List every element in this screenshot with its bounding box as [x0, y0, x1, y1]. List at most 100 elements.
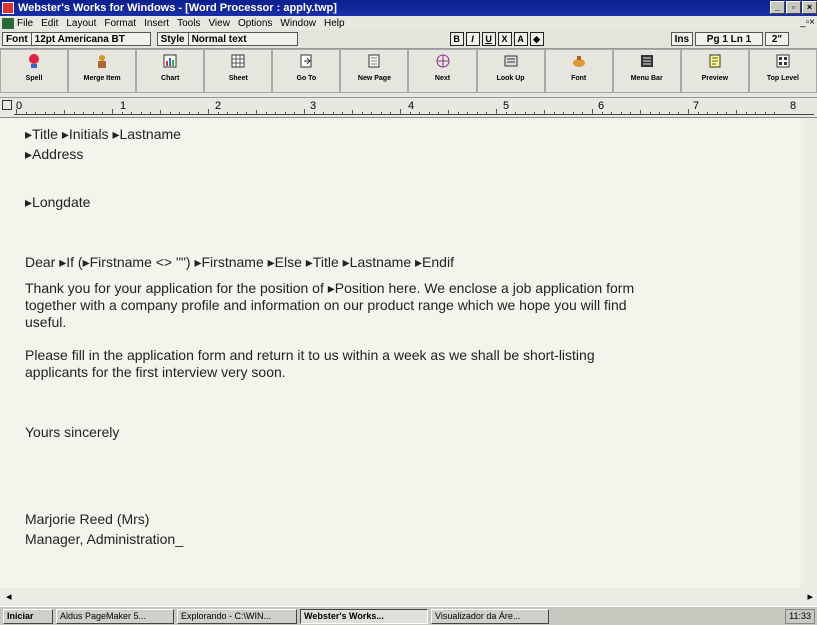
menu-edit[interactable]: Edit: [41, 18, 58, 29]
ruler-toggle-icon[interactable]: [2, 100, 12, 110]
ruler-tick: [736, 110, 737, 115]
system-clock: 11:33: [785, 609, 815, 624]
button-bar: Spell Merge Item Chart Sheet Go To New P…: [0, 48, 817, 98]
font-button[interactable]: Font: [544, 49, 613, 93]
attribute-button[interactable]: ◆: [529, 32, 544, 46]
italic-button[interactable]: I: [465, 32, 480, 46]
horizontal-scrollbar[interactable]: ◂ ▸: [0, 588, 817, 606]
chart-button[interactable]: Chart: [136, 49, 205, 93]
ruler-tick: [112, 109, 113, 115]
ruler-tick: [275, 112, 277, 115]
ruler-tick: [25, 112, 27, 115]
ruler-tick: [438, 112, 440, 115]
scroll-left-icon[interactable]: ◂: [6, 590, 12, 603]
minimize-button[interactable]: _: [770, 1, 785, 14]
taskbar-item-explorer[interactable]: Explorando - C:\WIN...: [177, 608, 297, 624]
ruler-mark: 3: [310, 100, 317, 112]
preview-button[interactable]: Preview: [680, 49, 749, 93]
ruler-tick: [745, 112, 747, 115]
start-button[interactable]: Iniciar: [3, 608, 53, 624]
ruler-tick: [774, 112, 776, 115]
ruler-tick: [265, 112, 267, 115]
title-bar: Webster's Works for Windows - [Word Proc…: [0, 0, 817, 16]
maximize-button[interactable]: ▫: [786, 1, 801, 14]
ruler-tick: [409, 112, 411, 115]
style-selector[interactable]: Normal text: [187, 32, 298, 46]
menu-layout[interactable]: Layout: [66, 18, 96, 29]
ruler[interactable]: 0 1 2 3 4 5 6 7 8: [0, 98, 817, 118]
document-window-buttons[interactable]: _▫×: [800, 17, 815, 28]
bold-button[interactable]: B: [449, 32, 464, 46]
ruler-tick: [534, 112, 536, 115]
taskbar-item-pagemaker[interactable]: Aldus PageMaker 5...: [56, 608, 174, 624]
menu-format[interactable]: Format: [104, 18, 136, 29]
ruler-tick: [188, 112, 190, 115]
look-up-button[interactable]: Look Up: [476, 49, 545, 93]
menu-help[interactable]: Help: [324, 18, 345, 29]
menu-options[interactable]: Options: [238, 18, 272, 29]
ruler-mark: 8: [790, 100, 797, 112]
ruler-tick: [54, 112, 56, 115]
ruler-tick: [361, 112, 363, 115]
salutation: Dear ▸If (▸Firstname <> "") ▸Firstname ▸…: [25, 254, 454, 270]
ruler-tick: [515, 112, 517, 115]
ruler-tick: [35, 112, 37, 115]
font-selector[interactable]: 12pt Americana BT: [30, 32, 151, 46]
ruler-tick: [217, 112, 219, 115]
menu-tools[interactable]: Tools: [177, 18, 200, 29]
ruler-tick: [16, 109, 17, 115]
font-icon: [572, 56, 585, 67]
document-menu-icon[interactable]: [2, 17, 14, 29]
ruler-tick: [83, 112, 85, 115]
preview-icon: [709, 54, 721, 68]
ruler-tick: [400, 109, 401, 115]
next-button[interactable]: Next: [408, 49, 477, 93]
format-bar: Font 12pt Americana BT Style Normal text…: [0, 30, 817, 48]
merge-item-button[interactable]: Merge Item: [68, 49, 137, 93]
ruler-tick: [121, 112, 123, 115]
menu-view[interactable]: View: [208, 18, 230, 29]
top-level-icon: [776, 54, 790, 68]
menu-window[interactable]: Window: [280, 18, 316, 29]
ruler-tick: [390, 112, 392, 115]
ruler-tick: [428, 112, 430, 115]
ruler-tick: [688, 109, 689, 115]
style-label: Style: [156, 32, 188, 46]
underline-button[interactable]: U: [481, 32, 496, 46]
taskbar-item-viewer[interactable]: Visualizador da Áre...: [431, 608, 549, 624]
ruler-tick: [467, 112, 469, 115]
menu-insert[interactable]: Insert: [144, 18, 169, 29]
scroll-right-icon[interactable]: ▸: [807, 590, 813, 603]
taskbar: Iniciar Aldus PageMaker 5... Explorando …: [0, 606, 817, 625]
top-level-button[interactable]: Top Level: [748, 49, 817, 93]
ruler-tick: [92, 112, 94, 115]
ruler-tick: [697, 112, 699, 115]
merge-item-icon: [98, 55, 107, 68]
ruler-tick: [640, 110, 641, 115]
text-color-button[interactable]: A: [513, 32, 528, 46]
menu-bar-button[interactable]: Menu Bar: [612, 49, 681, 93]
ruler-tick: [620, 112, 622, 115]
ruler-tick: [150, 112, 152, 115]
ruler-tick: [707, 112, 709, 115]
go-to-button[interactable]: Go To: [272, 49, 341, 93]
taskbar-item-websters-works[interactable]: Webster's Works...: [300, 608, 428, 624]
ruler-tick: [572, 112, 574, 115]
signer-title: Manager, Administration_: [25, 531, 183, 547]
menu-file[interactable]: File: [17, 18, 33, 29]
new-page-button[interactable]: New Page: [340, 49, 409, 93]
ruler-tick: [179, 112, 181, 115]
menu-bar: File Edit Layout Format Insert Tools Vie…: [0, 16, 817, 30]
ruler-tick: [284, 112, 286, 115]
spell-button[interactable]: Spell: [0, 49, 69, 93]
ruler-tick: [563, 112, 565, 115]
document-area[interactable]: ▸Title ▸Initials ▸Lastname ▸Address ▸Lon…: [0, 118, 800, 588]
ruler-tick: [764, 112, 766, 115]
sheet-button[interactable]: Sheet: [204, 49, 273, 93]
ruler-tick: [726, 112, 728, 115]
go-to-icon: [300, 54, 312, 68]
strike-button[interactable]: X: [497, 32, 512, 46]
vertical-scrollbar[interactable]: [803, 118, 817, 588]
ruler-tick: [678, 112, 680, 115]
close-button[interactable]: ×: [802, 1, 817, 14]
